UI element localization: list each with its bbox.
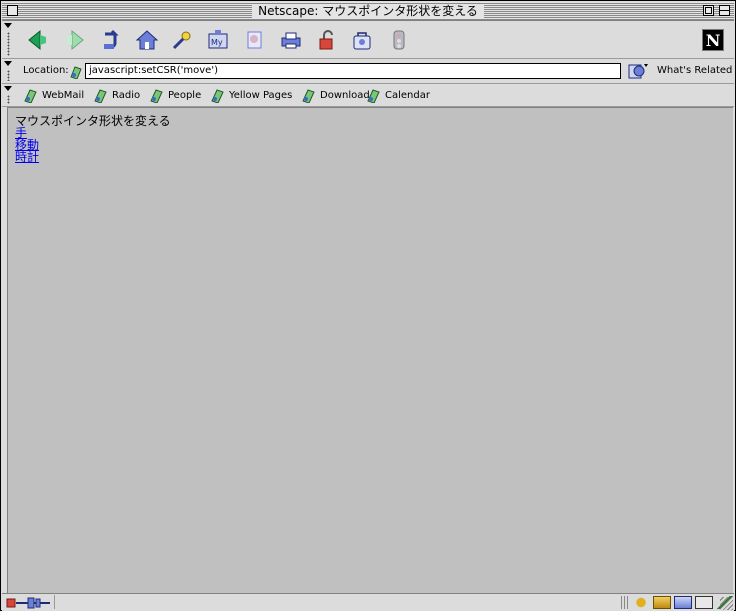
reload-button[interactable] bbox=[97, 26, 125, 54]
images-icon bbox=[247, 31, 262, 49]
bookmark-calendar[interactable]: Calendar bbox=[366, 87, 430, 103]
bookmark-label: Calendar bbox=[385, 89, 430, 101]
bookmark-label: WebMail bbox=[42, 89, 85, 101]
connection-status-icon[interactable] bbox=[6, 596, 54, 609]
mail-icon[interactable] bbox=[653, 596, 671, 609]
zoom-box[interactable] bbox=[703, 5, 714, 16]
home-button[interactable] bbox=[133, 26, 161, 54]
home-icon bbox=[135, 30, 159, 50]
bookmark-icon bbox=[94, 89, 107, 103]
title-bar[interactable]: Netscape: マウスポインタ形状を変える bbox=[2, 2, 734, 21]
toolbar-collapse-grip[interactable] bbox=[4, 23, 12, 56]
images-button[interactable] bbox=[241, 26, 269, 54]
window-title: Netscape: マウスポインタ形状を変える bbox=[252, 4, 484, 18]
stop-button[interactable] bbox=[385, 26, 413, 54]
page-heading: マウスポインタ形状を変える bbox=[15, 114, 171, 128]
whats-related-icon[interactable] bbox=[628, 62, 648, 80]
bookmark-icon bbox=[150, 89, 163, 103]
bookmark-icon bbox=[211, 89, 224, 103]
navigator-component-icon[interactable] bbox=[632, 596, 650, 609]
personal-collapse-grip[interactable] bbox=[4, 86, 12, 104]
bookmark-label: Radio bbox=[112, 89, 141, 101]
resize-grip[interactable] bbox=[720, 597, 733, 610]
bookmark-icon bbox=[302, 89, 315, 103]
bookmark-radio[interactable]: Radio bbox=[93, 87, 140, 103]
location-bar: Location: javascript:setCSR('move') What… bbox=[2, 59, 734, 84]
whats-related-label[interactable]: What's Related bbox=[657, 65, 732, 76]
collapse-box[interactable] bbox=[719, 5, 730, 16]
bookmark-webmail[interactable]: WebMail bbox=[23, 87, 84, 103]
window-title-container: Netscape: マウスポインタ形状を変える bbox=[2, 4, 734, 18]
netscape-logo[interactable]: N bbox=[702, 29, 724, 51]
composer-icon[interactable] bbox=[674, 596, 692, 609]
search-icon bbox=[172, 31, 191, 50]
page-content: マウスポインタ形状を変える 手 移動 時計 bbox=[7, 107, 733, 593]
bookmark-label: People bbox=[168, 89, 202, 101]
forward-button[interactable] bbox=[60, 26, 88, 54]
reload-icon bbox=[104, 29, 119, 49]
personal-toolbar: WebMail Radio People Yellow Pages Downlo… bbox=[2, 84, 734, 107]
navigation-toolbar: My N bbox=[2, 21, 734, 59]
bookmark-yellow-pages[interactable]: Yellow Pages bbox=[210, 87, 292, 103]
bookmark-download[interactable]: Download bbox=[301, 87, 370, 103]
forward-arrow-icon bbox=[66, 29, 84, 51]
page-proxy-icon[interactable] bbox=[68, 63, 84, 79]
print-button[interactable] bbox=[277, 26, 305, 54]
status-text-field bbox=[54, 595, 571, 609]
my-netscape-icon: My bbox=[208, 30, 228, 49]
print-icon bbox=[281, 32, 301, 49]
component-bar bbox=[618, 595, 734, 610]
browser-window: Netscape: マウスポインタ形状を変える My N Location: j… bbox=[0, 0, 736, 611]
status-bar bbox=[2, 593, 734, 611]
back-arrow-icon bbox=[28, 29, 46, 51]
search-button[interactable] bbox=[168, 26, 196, 54]
stop-icon bbox=[393, 30, 405, 50]
bookmark-label: Yellow Pages bbox=[229, 89, 293, 101]
shop-icon bbox=[353, 32, 371, 50]
link-clock[interactable]: 時計 bbox=[15, 151, 39, 163]
back-button[interactable] bbox=[24, 26, 52, 54]
location-url-field[interactable]: javascript:setCSR('move') bbox=[85, 63, 621, 79]
shop-button[interactable] bbox=[348, 26, 376, 54]
bookmark-label: Download bbox=[320, 89, 370, 101]
bookmark-people[interactable]: People bbox=[149, 87, 201, 103]
bookmark-icon bbox=[24, 89, 37, 103]
navigator-icon[interactable] bbox=[621, 596, 629, 609]
location-collapse-grip[interactable] bbox=[4, 61, 12, 81]
svg-text:My: My bbox=[211, 38, 223, 47]
bookmark-icon bbox=[367, 89, 380, 103]
lock-icon bbox=[319, 30, 333, 50]
security-button[interactable] bbox=[313, 26, 341, 54]
my-netscape-button[interactable]: My bbox=[204, 26, 232, 54]
location-label: Location: bbox=[23, 65, 69, 76]
address-book-icon[interactable] bbox=[695, 596, 713, 609]
